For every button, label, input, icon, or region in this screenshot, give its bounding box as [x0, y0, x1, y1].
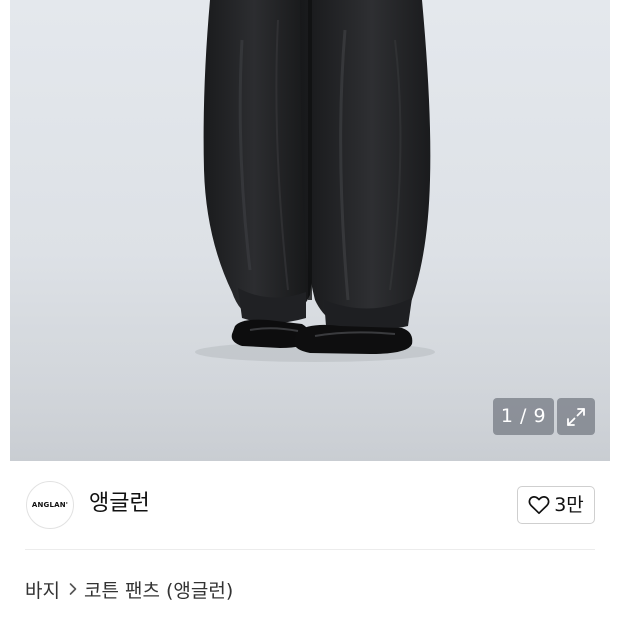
brand-logo[interactable]: ANGLAN' [26, 481, 74, 529]
chevron-right-icon [68, 582, 78, 596]
product-gallery[interactable]: 1 / 9 [0, 0, 620, 461]
like-count: 3만 [554, 494, 584, 516]
image-counter: 1 / 9 [493, 398, 554, 435]
expand-icon [567, 407, 585, 426]
product-page: 1 / 9 ANGLAN' 앵글런 3만 바지 코튼 팬츠 (앵글런) [0, 0, 620, 620]
product-photo-illustration [10, 0, 610, 461]
breadcrumb-category[interactable]: 바지 [25, 576, 60, 603]
heart-outline-icon [528, 496, 550, 515]
product-photo[interactable] [10, 0, 610, 461]
brand-name[interactable]: 앵글런 [89, 489, 150, 519]
brand-logo-text: ANGLAN' [31, 501, 69, 509]
like-button[interactable]: 3만 [517, 486, 595, 524]
breadcrumb: 바지 코튼 팬츠 (앵글런) [25, 574, 233, 604]
breadcrumb-subcategory[interactable]: 코튼 팬츠 (앵글런) [84, 576, 233, 603]
expand-image-button[interactable] [557, 398, 595, 435]
brand-row: ANGLAN' 앵글런 3만 [0, 461, 620, 549]
section-divider [25, 549, 595, 550]
